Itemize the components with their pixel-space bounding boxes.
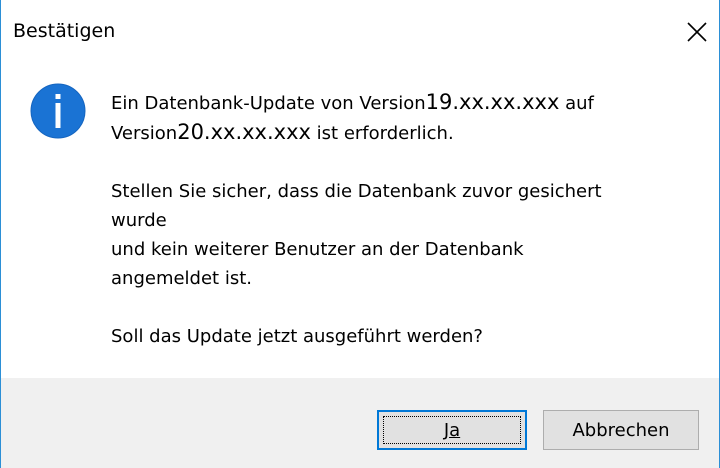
dialog-content: Ein Datenbank-Update von Version19.xx.xx…	[1, 66, 719, 378]
cancel-button-label: Abbrechen	[572, 419, 670, 441]
backup-line-4: angemeldet ist.	[111, 268, 252, 289]
backup-line-3: und kein weiterer Benutzer an der Datenb…	[111, 239, 524, 260]
backup-line-1: Stellen Sie sicher, dass die Datenbank z…	[111, 181, 602, 202]
message-line2-suffix: ist erforderlich.	[310, 123, 454, 144]
message-text: Ein Datenbank-Update von Version19.xx.xx…	[111, 88, 691, 351]
title-bar: Bestätigen	[1, 0, 719, 66]
question-text: Soll das Update jetzt ausgeführt werden?	[111, 326, 483, 347]
close-button[interactable]	[675, 8, 719, 56]
message-line1-prefix: Ein Datenbank-Update von Version	[111, 93, 426, 114]
from-version: 19.xx.xx.xxx	[425, 90, 560, 114]
backup-line-2: wurde	[111, 210, 167, 231]
message-line1-suffix: auf	[559, 93, 594, 114]
cancel-button[interactable]: Abbrechen	[543, 410, 699, 450]
message-paragraph-question: Soll das Update jetzt ausgeführt werden?	[111, 322, 691, 351]
message-line2-prefix: Version	[111, 123, 178, 144]
button-bar: Ja Abbrechen	[1, 378, 719, 468]
message-paragraph-backup: Stellen Sie sicher, dass die Datenbank z…	[111, 177, 691, 293]
to-version: 20.xx.xx.xxx	[177, 120, 311, 144]
yes-button[interactable]: Ja	[377, 410, 527, 450]
message-paragraph-version: Ein Datenbank-Update von Version19.xx.xx…	[111, 88, 691, 148]
dialog-title: Bestätigen	[13, 20, 116, 42]
confirm-dialog: Bestätigen Ein Datenbank-Update von Vers…	[0, 0, 720, 468]
focus-rectangle	[383, 416, 521, 444]
close-icon	[687, 22, 707, 42]
info-icon	[30, 83, 86, 139]
